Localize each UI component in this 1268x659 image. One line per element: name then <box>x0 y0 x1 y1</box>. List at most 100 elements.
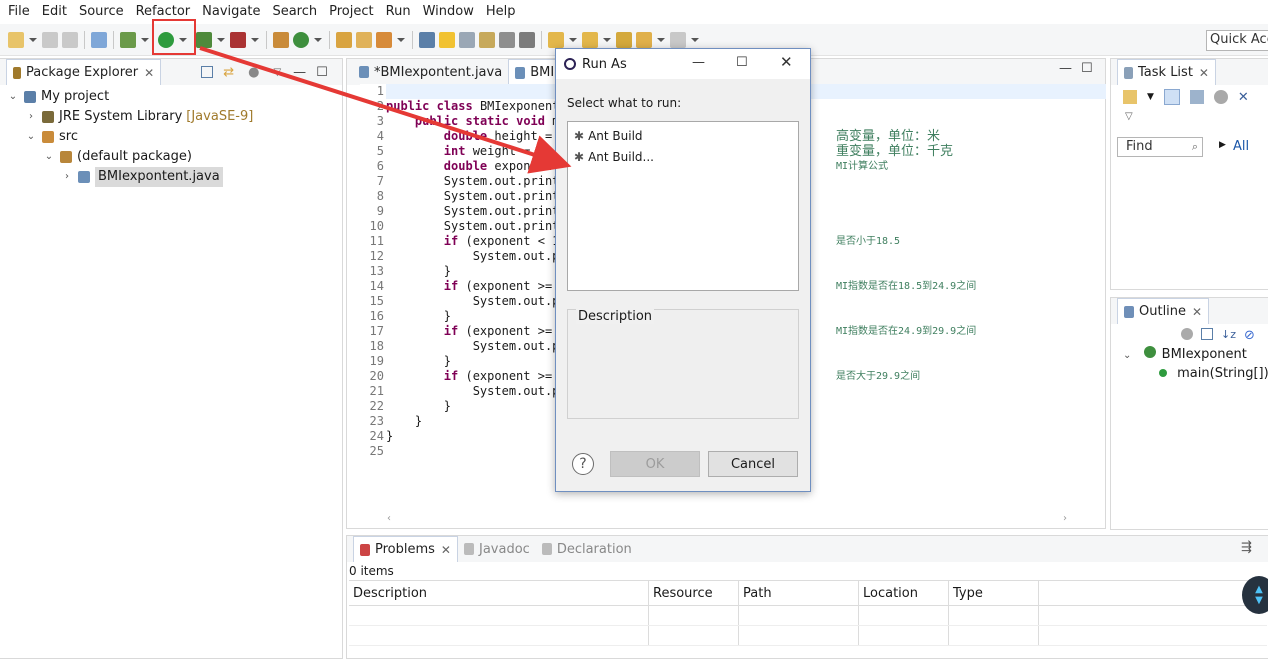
close-icon[interactable]: ✕ <box>144 66 154 80</box>
close-icon[interactable]: ✕ <box>441 543 451 557</box>
open-folder-icon[interactable] <box>356 31 372 48</box>
task-dropdown-icon[interactable]: ▼ <box>1147 92 1154 102</box>
show-whitespace-icon[interactable] <box>499 31 515 48</box>
external-tools-icon[interactable] <box>230 31 246 48</box>
close-icon[interactable]: ✕ <box>1199 66 1209 80</box>
previous-annotation-icon[interactable] <box>582 31 598 48</box>
debug-dropdown-icon[interactable] <box>141 37 149 42</box>
back-icon[interactable] <box>636 31 652 48</box>
new-package-icon[interactable] <box>273 31 289 48</box>
run-option-item[interactable]: ✱ Ant Build... <box>574 147 792 168</box>
pilcrow-icon[interactable] <box>519 31 535 48</box>
tab-task-list[interactable]: Task List ✕ <box>1117 59 1216 85</box>
menu-navigate[interactable]: Navigate <box>198 0 264 24</box>
task-view-menu-icon[interactable]: ▽ <box>1125 111 1133 122</box>
open-type-icon[interactable] <box>336 31 352 48</box>
menu-search[interactable]: Search <box>268 0 321 24</box>
external-tools-dropdown-icon[interactable] <box>251 37 259 42</box>
last-edit-location-icon[interactable] <box>616 31 632 48</box>
chevron-down-icon[interactable]: ⌄ <box>42 147 56 167</box>
mark-occurrences-icon[interactable] <box>439 31 455 48</box>
menu-run[interactable]: Run <box>382 0 415 24</box>
tree-item[interactable]: ⌄ src <box>6 127 253 147</box>
scroll-nav-button[interactable]: ▲ ▼ <box>1242 576 1268 614</box>
menu-project[interactable]: Project <box>325 0 377 24</box>
editor-tab[interactable]: BMI <box>508 59 562 85</box>
word-wrap-icon[interactable] <box>479 31 495 48</box>
menu-edit[interactable]: Edit <box>38 0 71 24</box>
chevron-down-icon[interactable]: ⌄ <box>1123 350 1131 361</box>
menu-help[interactable]: Help <box>482 0 520 24</box>
tree-item[interactable]: › BMIexpontent.java <box>6 167 253 187</box>
tab-problems[interactable]: Problems ✕ <box>353 536 458 562</box>
column-header-description[interactable]: Description <box>349 581 649 605</box>
chevron-down-icon[interactable]: ⌄ <box>24 127 38 147</box>
chevron-right-icon[interactable]: › <box>60 167 74 187</box>
chevron-right-icon[interactable]: › <box>24 107 38 127</box>
help-button[interactable]: ? <box>572 453 594 475</box>
tree-item[interactable]: ⌄ (default package) <box>6 147 253 167</box>
problems-view-menu-icon[interactable]: ⇶ <box>1241 540 1252 555</box>
tab-outline[interactable]: Outline ✕ <box>1117 298 1210 324</box>
skip-breakpoints-icon[interactable] <box>91 31 107 48</box>
column-header-location[interactable]: Location <box>859 581 949 605</box>
menu-window[interactable]: Window <box>419 0 478 24</box>
editor-tab[interactable]: *BMIexpontent.java <box>353 59 508 85</box>
minimize-icon[interactable]: — <box>692 55 705 70</box>
block-selection-icon[interactable] <box>459 31 475 48</box>
tab-package-explorer[interactable]: Package Explorer ✕ <box>6 59 162 85</box>
ok-button[interactable]: OK <box>610 451 700 477</box>
chevron-down-icon[interactable]: ⌄ <box>6 87 20 107</box>
coverage-icon[interactable] <box>196 31 212 48</box>
run-options-list[interactable]: ✱ Ant Build ✱ Ant Build... <box>567 121 799 291</box>
new-dropdown-icon[interactable] <box>29 37 37 42</box>
save-icon[interactable] <box>42 31 58 48</box>
minimize-icon[interactable]: — <box>293 65 306 80</box>
run-ant-dropdown-icon[interactable] <box>397 37 405 42</box>
menu-file[interactable]: File <box>4 0 34 24</box>
cancel-button[interactable]: Cancel <box>708 451 798 477</box>
forward-icon[interactable] <box>670 31 686 48</box>
tree-item[interactable]: ⌄ My project <box>6 87 253 107</box>
new-class-dropdown-icon[interactable] <box>314 37 322 42</box>
back-dropdown-icon[interactable] <box>657 37 665 42</box>
task-find-input[interactable]: Find ⌕ <box>1117 137 1203 157</box>
new-icon[interactable] <box>8 31 24 48</box>
outline-method-row[interactable]: main(String[]) : <box>1159 366 1268 381</box>
outline-class-row[interactable]: ⌄ BMIexponent <box>1123 346 1247 362</box>
view-menu-icon[interactable]: ▽ <box>273 67 281 78</box>
hide-fields-icon[interactable] <box>1181 328 1193 340</box>
hide-static-icon[interactable]: ⊘ <box>1244 328 1255 343</box>
search-icon[interactable] <box>419 31 435 48</box>
column-header-type[interactable]: Type <box>949 581 1039 605</box>
link-editor-icon[interactable]: ⇄ <box>223 65 234 80</box>
collapse-all-icon[interactable] <box>201 66 214 78</box>
hide-completed-icon[interactable] <box>1213 90 1228 104</box>
sort-icon[interactable]: ↓z <box>1221 328 1236 343</box>
close-icon[interactable]: ✕ <box>1192 305 1202 319</box>
scheduled-icon[interactable] <box>1189 90 1204 104</box>
maximize-icon[interactable]: ☐ <box>736 55 748 70</box>
forward-dropdown-icon[interactable] <box>691 37 699 42</box>
run-option-item[interactable]: ✱ Ant Build <box>574 126 792 147</box>
maximize-icon[interactable]: ☐ <box>316 65 328 80</box>
menu-source[interactable]: Source <box>75 0 128 24</box>
tab-javadoc[interactable]: Javadoc <box>458 536 536 562</box>
focus-icon[interactable]: ✕ <box>1238 90 1249 105</box>
collapse-outline-icon[interactable] <box>1201 328 1213 340</box>
next-annotation-dropdown-icon[interactable] <box>569 37 577 42</box>
editor-maximize-icon[interactable]: ☐ <box>1081 61 1093 76</box>
new-class-icon[interactable] <box>293 31 309 48</box>
task-all-link[interactable]: All <box>1233 139 1249 154</box>
next-annotation-icon[interactable] <box>548 31 564 48</box>
editor-minimize-icon[interactable]: — <box>1059 61 1072 76</box>
run-ant-icon[interactable] <box>376 31 392 48</box>
quick-access-input[interactable]: Quick Access <box>1206 30 1268 51</box>
column-header-path[interactable]: Path <box>739 581 859 605</box>
tab-declaration[interactable]: Declaration <box>536 536 638 562</box>
editor-hscrollbar[interactable]: ‹ › <box>387 513 1067 524</box>
close-icon[interactable]: ✕ <box>780 53 793 71</box>
categorized-icon[interactable] <box>1163 89 1180 105</box>
filters-icon[interactable]: ● <box>248 65 259 80</box>
coverage-dropdown-icon[interactable] <box>217 37 225 42</box>
